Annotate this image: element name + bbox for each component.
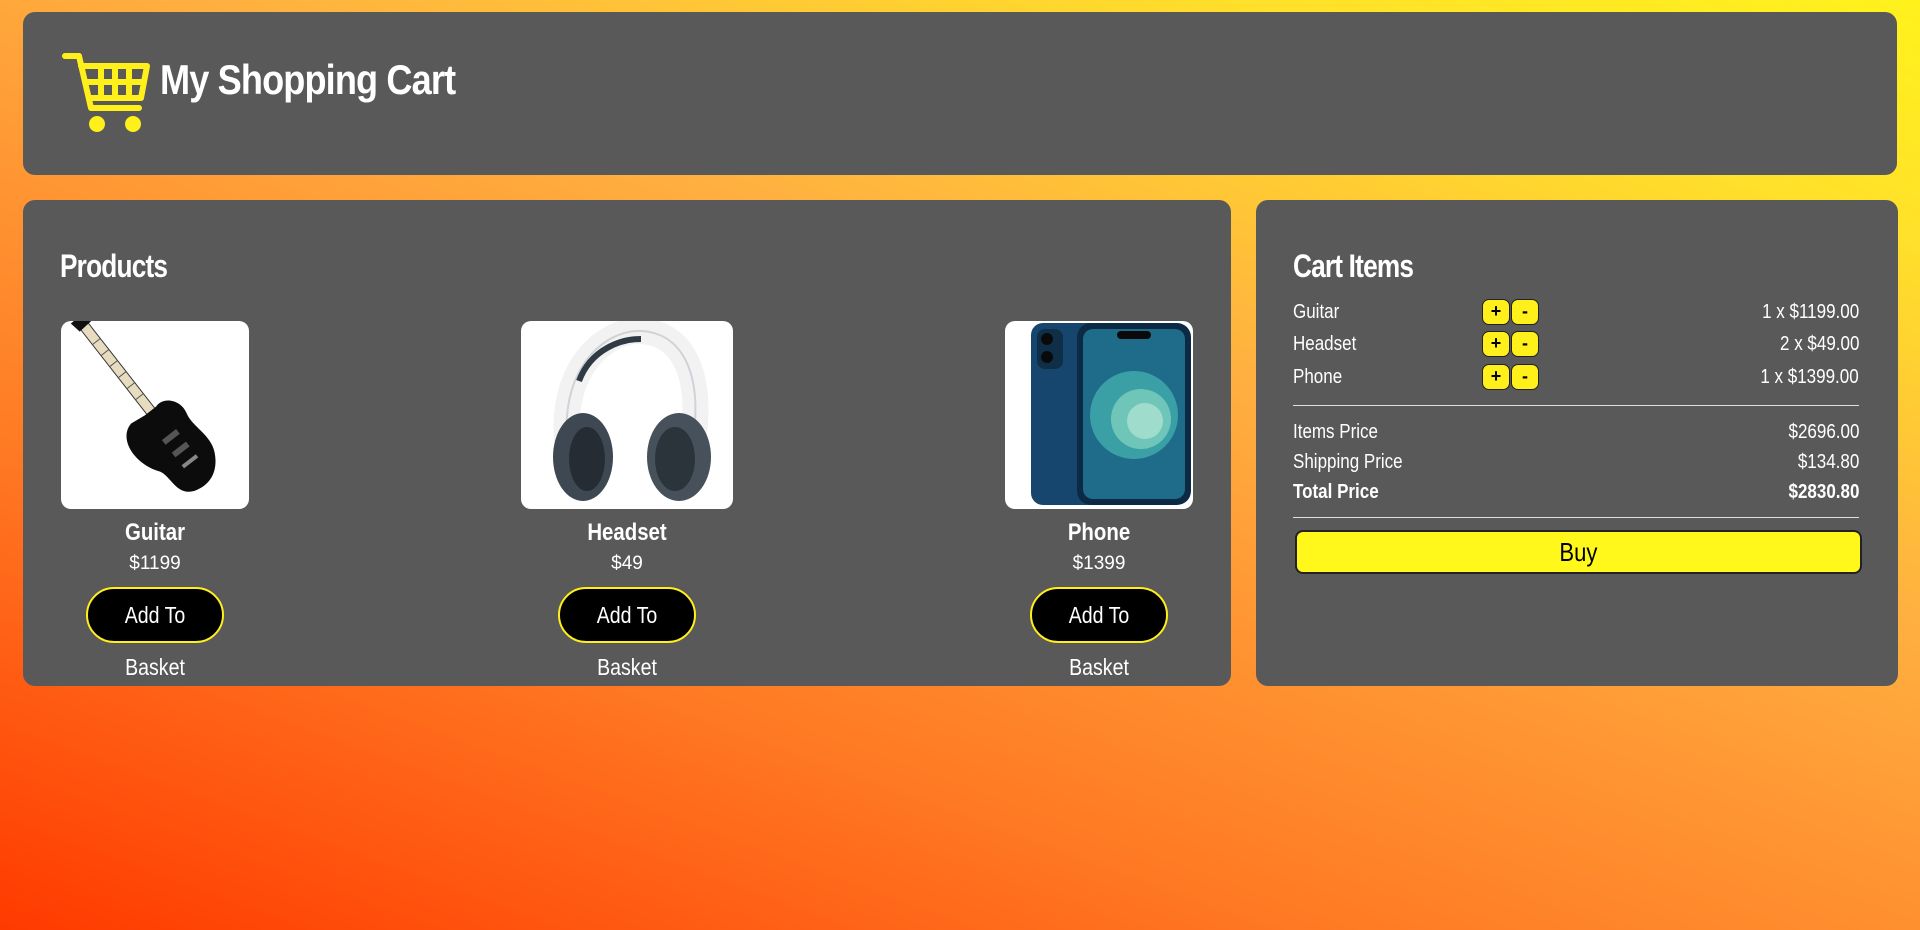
product-image-guitar (61, 321, 249, 509)
product-price: $49 (611, 553, 643, 574)
total-price-row: Total Price $2830.80 (1293, 481, 1859, 509)
app-header: My Shopping Cart (23, 12, 1897, 175)
product-card-guitar: Guitar $1199 Add To Basket (61, 321, 249, 680)
cart-item-phone: Phone + - 1 x $1399.00 (1293, 364, 1859, 394)
increase-quantity-button[interactable]: + (1482, 331, 1510, 357)
items-price-row: Items Price $2696.00 (1293, 421, 1859, 449)
product-card-headset: Headset $49 Add To Basket (521, 321, 733, 680)
product-name: Headset (587, 519, 667, 546)
phone-icon (1031, 323, 1191, 505)
items-price-label: Items Price (1293, 421, 1379, 443)
add-to-basket-label: Add To Basket (1068, 602, 1130, 680)
add-to-basket-button-guitar[interactable]: Add To Basket (86, 587, 224, 680)
product-price: $1199 (129, 553, 181, 574)
decrease-quantity-button[interactable]: - (1511, 364, 1539, 390)
divider (1293, 405, 1859, 406)
buy-button[interactable]: Buy (1295, 530, 1862, 574)
shopping-cart-icon (62, 53, 150, 132)
add-to-basket-label: Add To Basket (596, 602, 658, 680)
product-card-phone: Phone $1399 Add To Basket (1005, 321, 1193, 680)
product-image-phone (1005, 321, 1193, 509)
increase-quantity-button[interactable]: + (1482, 299, 1510, 325)
product-price: $1399 (1072, 553, 1126, 574)
add-to-basket-button-headset[interactable]: Add To Basket (558, 587, 696, 680)
cart-item-headset: Headset + - 2 x $49.00 (1293, 331, 1859, 361)
products-heading: Products (60, 248, 168, 284)
divider (1293, 517, 1859, 518)
page-title: My Shopping Cart (160, 56, 456, 103)
items-price-value: $2696.00 (1788, 421, 1859, 443)
cart-heading: Cart Items (1293, 248, 1414, 284)
headset-icon (553, 321, 711, 501)
total-price-value: $2830.80 (1788, 481, 1859, 503)
cart-item-quantity-price: 2 x $49.00 (1779, 333, 1859, 355)
products-panel: Products Guitar $1199 Add To Basket Head… (23, 200, 1231, 686)
quantity-controls: + - (1482, 299, 1540, 325)
cart-item-quantity-price: 1 x $1199.00 (1761, 301, 1859, 323)
cart-item-guitar: Guitar + - 1 x $1199.00 (1293, 299, 1859, 329)
product-name: Guitar (124, 519, 186, 546)
add-to-basket-button-phone[interactable]: Add To Basket (1030, 587, 1168, 680)
cart-item-name: Guitar (1293, 301, 1340, 323)
quantity-controls: + - (1482, 331, 1540, 357)
decrease-quantity-button[interactable]: - (1511, 299, 1539, 325)
quantity-controls: + - (1482, 364, 1540, 390)
shipping-price-value: $134.80 (1797, 451, 1859, 473)
cart-item-quantity-price: 1 x $1399.00 (1760, 366, 1859, 388)
cart-panel: Cart Items Guitar + - 1 x $1199.00 Headse… (1256, 200, 1898, 686)
product-image-headset (521, 321, 733, 509)
guitar-icon (70, 321, 216, 492)
total-price-label: Total Price (1293, 481, 1379, 503)
decrease-quantity-button[interactable]: - (1511, 331, 1539, 357)
increase-quantity-button[interactable]: + (1482, 364, 1510, 390)
cart-item-name: Phone (1293, 366, 1343, 388)
shipping-price-label: Shipping Price (1293, 451, 1403, 473)
shipping-price-row: Shipping Price $134.80 (1293, 451, 1859, 479)
buy-label: Buy (1559, 537, 1598, 567)
product-name: Phone (1067, 519, 1131, 546)
cart-item-name: Headset (1293, 333, 1357, 355)
add-to-basket-label: Add To Basket (124, 602, 186, 680)
